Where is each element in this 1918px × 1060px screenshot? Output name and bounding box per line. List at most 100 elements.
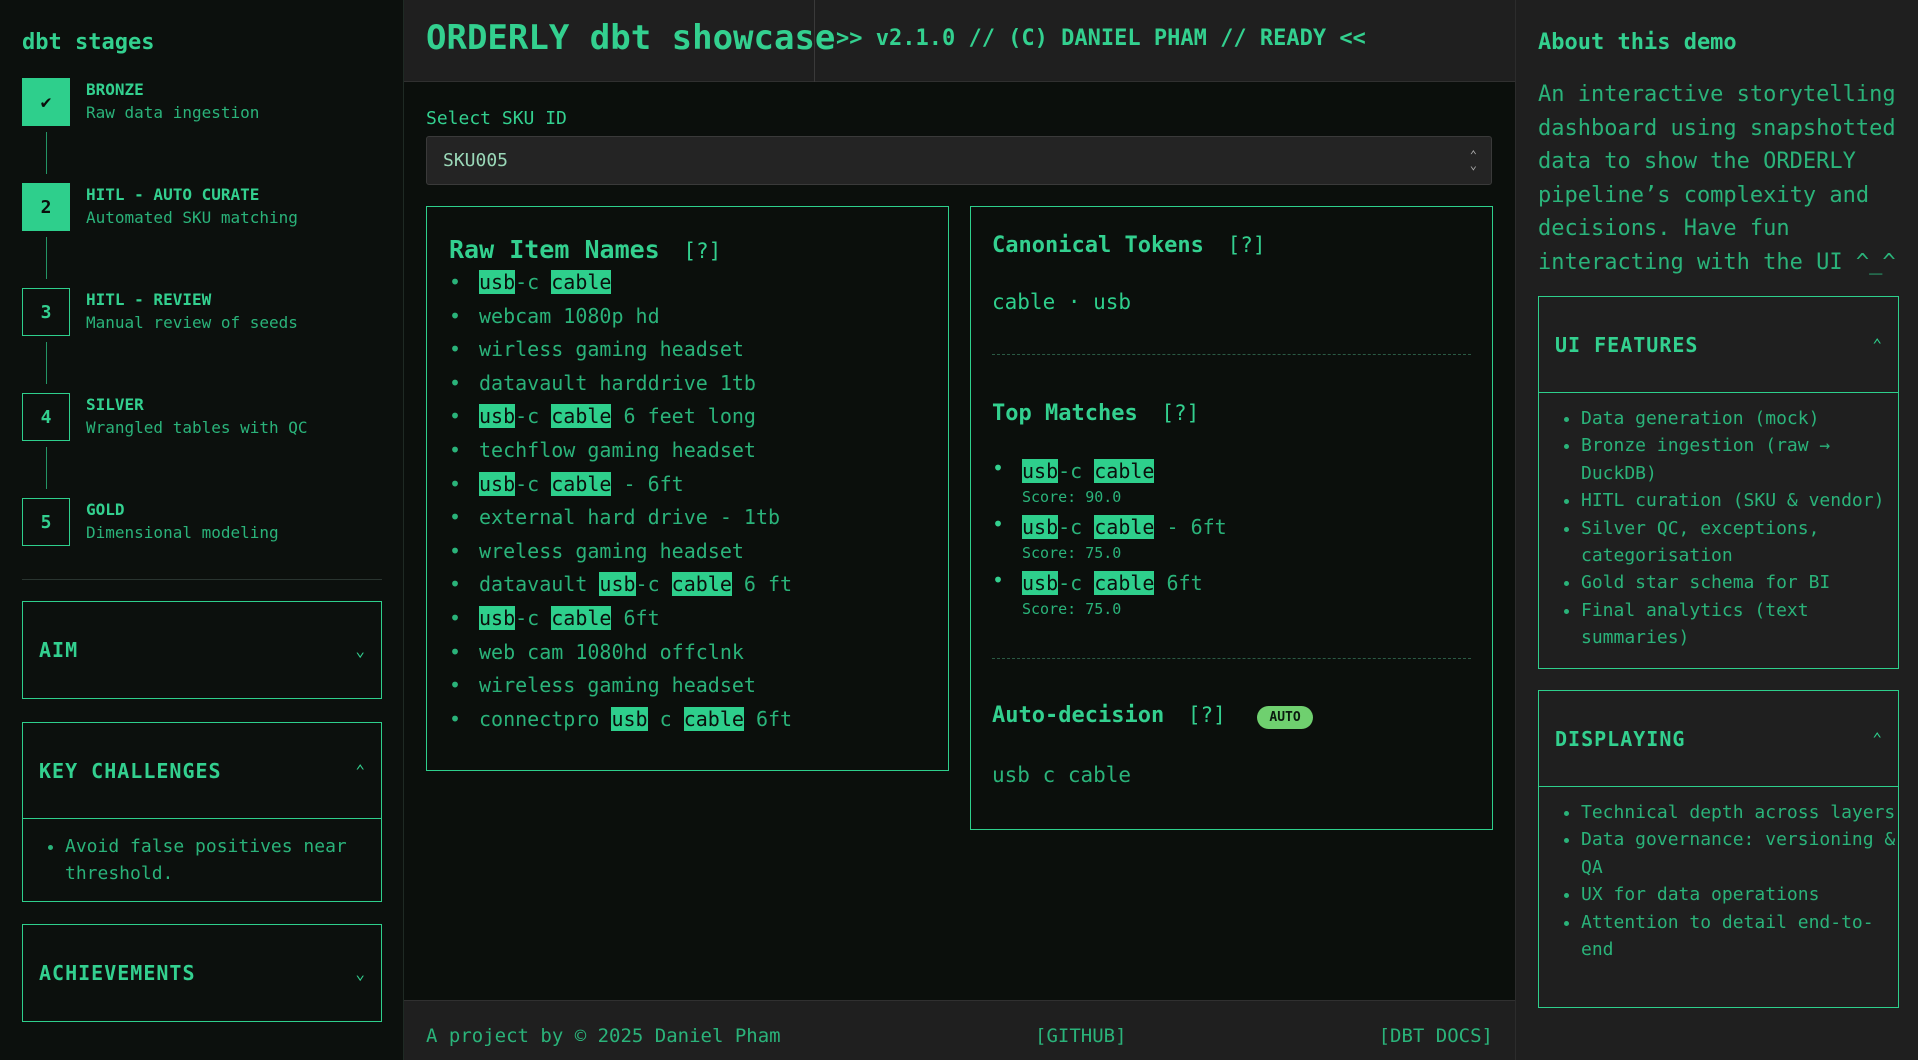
main-content: ORDERLY dbt showcase >> v2.1.0 // (C) DA… <box>404 0 1515 1060</box>
text-segment: -c <box>1058 571 1095 595</box>
help-button[interactable]: [?] <box>683 239 721 263</box>
highlighted-token: cable <box>551 471 612 496</box>
accordion-achievements-header[interactable]: ACHIEVEMENTS ⌄ <box>23 925 381 1021</box>
help-button[interactable]: [?] <box>1228 233 1266 257</box>
list-item: usb-c cable 6 feet long <box>449 400 928 434</box>
canonical-tokens: cable · usb <box>992 290 1132 314</box>
list-item: webcam 1080p hd <box>449 300 928 334</box>
text-segment: c <box>647 706 684 731</box>
chevron-up-icon: ⌃ <box>1872 729 1882 748</box>
dashed-divider <box>992 354 1471 355</box>
match-score: Score: 75.0 <box>1022 600 1122 618</box>
match-score: Score: 75.0 <box>1022 544 1122 562</box>
panel-title: Raw Item Names <box>449 235 660 264</box>
top-matches-list: usb-c cableScore: 90.0usb-c cable - 6ftS… <box>992 456 1471 620</box>
help-button[interactable]: [?] <box>1161 401 1199 425</box>
raw-item-list: usb-c cablewebcam 1080p hdwirless gaming… <box>449 266 928 736</box>
text-segment: -c <box>515 270 552 294</box>
list-item: connectpro usb c cable 6ft <box>449 703 928 737</box>
stage-desc: Manual review of seeds <box>86 313 298 332</box>
text-segment: 6ft <box>743 706 793 731</box>
decision-value: usb c cable <box>992 763 1132 787</box>
accordion-label: UI FEATURES <box>1555 332 1699 357</box>
stage-name: HITL - REVIEW <box>86 290 212 309</box>
accordion-ui-features-header[interactable]: UI FEATURES ⌃ <box>1539 297 1898 393</box>
highlighted-token: cable <box>671 572 732 597</box>
stage-name: GOLD <box>86 500 125 519</box>
text-segment: wirless gaming headset <box>479 337 744 362</box>
chevron-up-icon: ⌃ <box>1872 335 1882 354</box>
about-text: An interactive storytelling dashboard us… <box>1538 82 1896 275</box>
accordion-displaying-header[interactable]: DISPLAYING ⌃ <box>1539 691 1898 787</box>
stage-hitl-auto-curate[interactable]: 2 HITL - AUTO CURATE Automated SKU match… <box>22 183 392 233</box>
stage-hitl-review[interactable]: 3 HITL - REVIEW Manual review of seeds <box>22 288 392 338</box>
displaying-list: Technical depth across layers Data gover… <box>1539 787 1898 973</box>
list-item: Data governance: versioning & QA <box>1581 826 1898 881</box>
accordion-aim-header[interactable]: AIM ⌄ <box>23 602 381 698</box>
github-link[interactable]: [GITHUB] <box>1035 1025 1127 1047</box>
accordion-label: DISPLAYING <box>1555 726 1686 751</box>
stage-number: 3 <box>22 288 70 336</box>
stage-silver[interactable]: 4 SILVER Wrangled tables with QC <box>22 393 392 443</box>
text-segment: -c <box>635 572 672 597</box>
accordion-displaying: DISPLAYING ⌃ Technical depth across laye… <box>1538 690 1899 1008</box>
highlighted-token: cable <box>551 270 612 294</box>
stage-connector <box>46 342 47 384</box>
section-title: Canonical Tokens <box>992 233 1204 258</box>
chevron-down-icon: ⌄ <box>355 963 365 983</box>
stage-connector <box>46 447 47 489</box>
raw-item-names-panel: Raw Item Names [?] usb-c cablewebcam 108… <box>426 206 949 771</box>
stage-bronze[interactable]: ✔ BRONZE Raw data ingestion <box>22 78 392 128</box>
list-item: external hard drive - 1tb <box>449 501 928 535</box>
list-item: Gold star schema for BI <box>1581 569 1898 596</box>
highlighted-token: usb <box>1022 459 1059 483</box>
text-segment: 6 ft <box>731 572 793 597</box>
stage-number: 5 <box>22 498 70 546</box>
match-score: Score: 90.0 <box>1022 488 1122 506</box>
highlighted-token: cable <box>551 404 612 429</box>
list-item: usb-c cable 6ft <box>449 602 928 636</box>
stage-name: SILVER <box>86 395 144 414</box>
stage-desc: Raw data ingestion <box>86 103 260 122</box>
list-item: web cam 1080hd offclnk <box>449 636 928 670</box>
list-item: usb-c cable - 6ft <box>449 468 928 502</box>
dbt-docs-link[interactable]: [DBT DOCS] <box>1379 1025 1493 1047</box>
accordion-label: KEY CHALLENGES <box>39 758 222 783</box>
accordion-label: AIM <box>39 638 79 662</box>
about-sidebar: About this demo An interactive storytell… <box>1515 0 1918 1060</box>
stage-gold[interactable]: 5 GOLD Dimensional modeling <box>22 498 392 548</box>
footer: A project by © 2025 Daniel Pham [GITHUB]… <box>404 1000 1515 1060</box>
sku-select[interactable]: SKU005 ⌃ ⌄ <box>426 136 1492 185</box>
highlighted-token: cable <box>683 706 744 731</box>
stage-name: BRONZE <box>86 80 144 99</box>
divider <box>814 0 815 82</box>
accordion-key-challenges-header[interactable]: KEY CHALLENGES ⌃ <box>23 723 381 819</box>
list-item: Attention to detail end-to-end <box>1581 909 1898 964</box>
matching-panel: Canonical Tokens [?] cable · usb Top Mat… <box>970 206 1493 830</box>
highlighted-token: usb <box>479 605 516 630</box>
list-item: Data generation (mock) <box>1581 405 1898 432</box>
highlighted-token: cable <box>1094 459 1155 483</box>
help-button[interactable]: [?] <box>1188 703 1226 727</box>
accordion-key-challenges: KEY CHALLENGES ⌃ Avoid false positives n… <box>22 722 382 902</box>
accordion-ui-features: UI FEATURES ⌃ Data generation (mock) Bro… <box>1538 296 1899 669</box>
text-segment: - 6ft <box>611 471 684 496</box>
match-name: usb-c cable - 6ft <box>1022 512 1471 542</box>
section-title: Auto-decision <box>992 703 1165 728</box>
text-segment: 6ft <box>1154 571 1203 595</box>
stage-number: 2 <box>22 183 70 231</box>
sku-select-value: SKU005 <box>443 150 509 171</box>
text-segment: datavault <box>479 572 600 597</box>
stage-name: HITL - AUTO CURATE <box>86 185 260 204</box>
text-segment: wireless gaming headset <box>479 673 756 698</box>
text-segment: -c <box>515 605 552 630</box>
status-line: >> v2.1.0 // (C) DANIEL PHAM // READY << <box>836 26 1366 51</box>
section-title: Top Matches <box>992 401 1138 426</box>
list-item: wreless gaming headset <box>449 535 928 569</box>
text-segment: techflow gaming headset <box>479 437 756 462</box>
footer-credit: A project by © 2025 Daniel Pham <box>426 1025 781 1047</box>
list-item: datavault harddrive 1tb <box>449 367 928 401</box>
features-list: Data generation (mock) Bronze ingestion … <box>1539 393 1898 662</box>
match-name: usb-c cable <box>1022 456 1471 486</box>
list-item: wireless gaming headset <box>449 669 928 703</box>
